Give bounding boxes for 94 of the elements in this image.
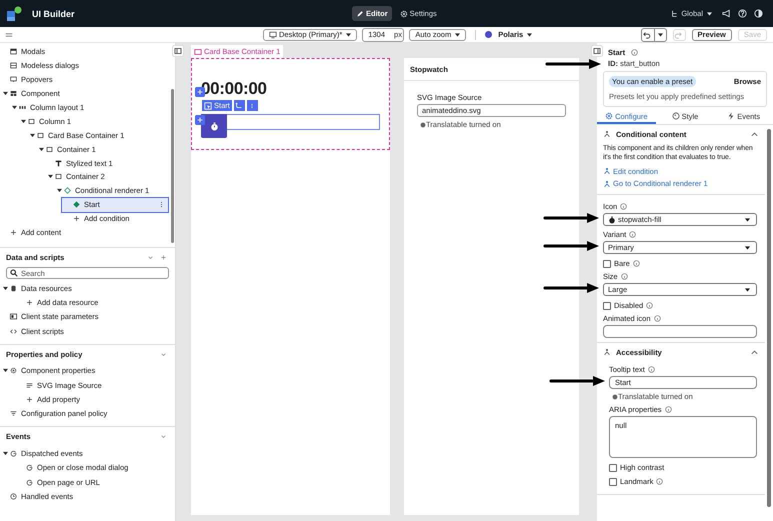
hierarchy-icon bbox=[671, 10, 680, 18]
undo-icon bbox=[642, 30, 651, 38]
info-icon[interactable] bbox=[631, 49, 638, 56]
route-icon bbox=[235, 102, 244, 110]
window-icon bbox=[10, 48, 17, 56]
more-button[interactable] bbox=[246, 100, 258, 111]
caret-icon bbox=[527, 32, 532, 36]
windows-icon bbox=[10, 62, 17, 70]
link-icon bbox=[603, 167, 611, 176]
plus-icon bbox=[10, 229, 17, 236]
pencil-icon bbox=[356, 10, 364, 18]
logo-icon bbox=[6, 6, 22, 22]
info-icon[interactable] bbox=[620, 203, 628, 210]
info-icon[interactable] bbox=[646, 302, 654, 310]
square-icon bbox=[37, 132, 44, 139]
caret-icon bbox=[455, 32, 460, 36]
theme-dot bbox=[485, 31, 492, 38]
caret-icon bbox=[707, 12, 712, 16]
info-icon[interactable] bbox=[654, 315, 661, 322]
gear-icon bbox=[400, 10, 408, 18]
circle-arrow-icon bbox=[26, 478, 33, 486]
expand-caret-icon[interactable] bbox=[48, 174, 53, 180]
gear-icon bbox=[605, 112, 614, 120]
info-icon[interactable] bbox=[620, 273, 628, 280]
t-shape-icon bbox=[55, 160, 62, 167]
info-icon[interactable] bbox=[648, 366, 655, 374]
code-icon bbox=[10, 328, 17, 335]
filter-icon bbox=[10, 410, 17, 418]
grid-icon bbox=[10, 90, 17, 98]
accessibility-icon bbox=[603, 348, 611, 356]
panel-toggle-icon[interactable] bbox=[172, 45, 184, 57]
gear-icon bbox=[10, 367, 17, 374]
info-icon[interactable] bbox=[629, 231, 636, 238]
square-icon bbox=[55, 173, 62, 180]
checkbox[interactable] bbox=[609, 478, 617, 486]
expand-caret-icon[interactable] bbox=[3, 450, 8, 456]
caret-icon bbox=[658, 32, 663, 36]
square-icon bbox=[194, 48, 202, 56]
more-icon[interactable] bbox=[160, 201, 163, 208]
caret-icon bbox=[745, 246, 750, 250]
table-icon bbox=[10, 313, 17, 320]
expand-caret-icon[interactable] bbox=[57, 188, 62, 194]
chevron-icon[interactable] bbox=[147, 254, 154, 261]
expand-caret-icon[interactable] bbox=[12, 105, 17, 110]
square-icon bbox=[46, 146, 53, 153]
expand-caret-icon[interactable] bbox=[30, 132, 35, 138]
info-icon[interactable] bbox=[632, 260, 640, 268]
panel-toggle-icon[interactable] bbox=[591, 45, 603, 57]
megaphone-icon[interactable] bbox=[722, 9, 731, 18]
menu-icon[interactable] bbox=[5, 30, 13, 38]
speech-box-icon bbox=[10, 76, 17, 84]
app-title: UI Builder bbox=[32, 8, 76, 18]
caret-icon bbox=[745, 218, 750, 222]
info-icon[interactable] bbox=[656, 478, 664, 486]
plus-icon bbox=[26, 299, 33, 306]
palette-icon bbox=[672, 112, 680, 120]
clock-icon bbox=[10, 492, 17, 500]
square-icon bbox=[28, 118, 35, 125]
link-button[interactable] bbox=[234, 100, 245, 111]
expand-caret-icon[interactable] bbox=[3, 368, 8, 374]
cursor-box-icon bbox=[204, 102, 212, 110]
expand-caret-icon[interactable] bbox=[3, 91, 8, 96]
stopwatch-button[interactable] bbox=[201, 114, 227, 138]
contrast-icon[interactable] bbox=[754, 9, 763, 18]
expand-caret-icon[interactable] bbox=[39, 146, 44, 152]
circle-arrow-icon bbox=[10, 450, 17, 457]
checkbox[interactable] bbox=[603, 260, 611, 268]
expand-caret-icon[interactable] bbox=[21, 118, 26, 124]
monitor-icon bbox=[269, 30, 277, 38]
branch-icon bbox=[603, 130, 611, 138]
columns-icon bbox=[19, 104, 26, 111]
plus-icon bbox=[196, 116, 204, 124]
input-field[interactable] bbox=[603, 325, 757, 338]
stopwatch-icon bbox=[608, 216, 616, 224]
info-icon[interactable] bbox=[664, 406, 672, 414]
chevron-icon[interactable] bbox=[160, 433, 167, 440]
help-icon[interactable] bbox=[738, 9, 747, 18]
plus-icon bbox=[73, 215, 80, 222]
expand-caret-icon[interactable] bbox=[3, 286, 8, 291]
lines-icon bbox=[26, 382, 33, 389]
search-icon bbox=[10, 269, 18, 277]
caret-icon bbox=[745, 288, 750, 292]
bolt-icon bbox=[727, 112, 736, 120]
checkbox[interactable] bbox=[609, 464, 617, 472]
timer-text: 00:00:00 bbox=[201, 79, 268, 99]
checkbox[interactable] bbox=[603, 302, 611, 310]
link-icon bbox=[603, 180, 611, 188]
circle-arrow-icon bbox=[26, 464, 33, 472]
database-icon bbox=[10, 284, 17, 292]
add-button[interactable] bbox=[195, 115, 205, 125]
caret-icon bbox=[346, 32, 352, 36]
redo-icon bbox=[674, 30, 682, 38]
stopwatch-icon bbox=[210, 122, 218, 130]
plus-icon bbox=[26, 396, 33, 404]
